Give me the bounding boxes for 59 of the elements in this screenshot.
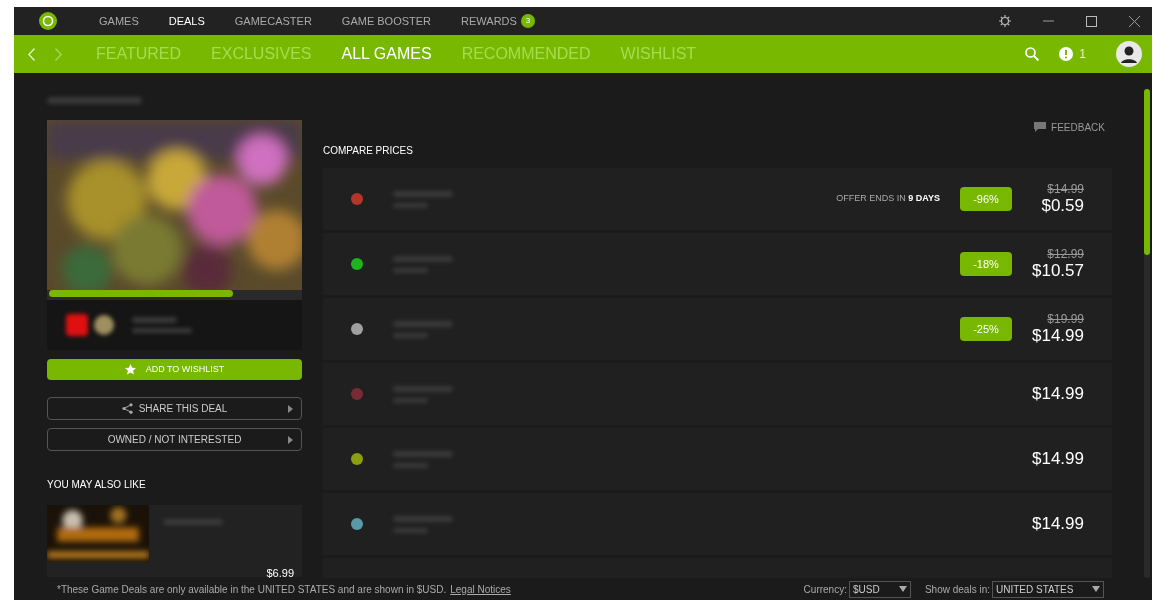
comment-icon[interactable] (1034, 122, 1047, 132)
nav-tab[interactable]: GAMES (99, 12, 139, 30)
currency-label: Currency: (803, 582, 847, 597)
avatar-icon[interactable] (1116, 41, 1142, 67)
caret-icon (288, 404, 293, 413)
back-icon[interactable] (28, 47, 35, 61)
count-badge: 3 (520, 14, 535, 28)
section-title: COMPARE PRICES (323, 144, 414, 158)
discount-badge: -18% (960, 252, 1012, 276)
original-price: $14.99 (1047, 182, 1084, 196)
original-price: $12.99 (1047, 247, 1084, 261)
offer-note: OFFER ENDS IN 9 DAYS (836, 192, 940, 206)
offer-row[interactable]: $14.99 (323, 493, 1112, 555)
price: $14.99 (1032, 514, 1084, 534)
redacted-text (132, 328, 192, 333)
nav-tab[interactable]: DEALS (168, 12, 205, 30)
price: $14.99 (1032, 325, 1084, 346)
star-icon (124, 364, 136, 375)
offer-row[interactable]: -25% $19.99 $14.99 (323, 298, 1112, 360)
share-button[interactable]: SHARE THIS DEAL (47, 397, 302, 420)
section-title: YOU MAY ALSO LIKE (47, 478, 147, 492)
disclaimer-text: *These Game Deals are only available in the UNITED STATES and are shown in $USD. (57, 582, 447, 597)
owned-button[interactable]: OWNED / NOT INTERESTED (47, 428, 302, 451)
offer-row[interactable]: -18% $12.99 $10.57 (323, 233, 1112, 295)
feedback-link[interactable]: FEEDBACK (1051, 119, 1105, 135)
offer-row[interactable]: $14.99 (323, 428, 1112, 490)
search-icon[interactable] (1025, 47, 1040, 61)
price: $10.57 (1032, 260, 1084, 281)
region-dropdown[interactable]: UNITED STATES (992, 580, 1104, 598)
original-price: $19.99 (1047, 312, 1084, 326)
offer-row[interactable]: OFFER ENDS IN 9 DAYS -96% $14.99 $0.59 (323, 168, 1112, 230)
currency-dropdown[interactable]: $USD (848, 580, 911, 598)
caret-icon (898, 586, 907, 592)
caret-icon (1092, 586, 1100, 592)
settings-icon[interactable] (999, 15, 1011, 27)
region-label: Show deals in: (924, 582, 990, 597)
alert-icon[interactable] (1059, 47, 1074, 61)
alert-count: 1 (1079, 46, 1086, 63)
price: $14.99 (1032, 384, 1084, 404)
maximize-icon[interactable] (1086, 15, 1097, 27)
nav-tab[interactable]: REWARDS 3 (461, 12, 535, 30)
price: $0.59 (1041, 195, 1084, 216)
legal-link[interactable]: Legal Notices (450, 581, 511, 597)
logo-icon[interactable] (39, 12, 57, 30)
redacted-text (132, 317, 177, 323)
share-icon (121, 403, 133, 414)
caret-icon (288, 435, 293, 444)
store-logo-icon (94, 315, 114, 335)
nav-tab[interactable]: GAME BOOSTER (341, 12, 432, 30)
game-card[interactable]: $6.99 (47, 505, 302, 577)
close-icon[interactable] (1129, 15, 1140, 27)
offer-row[interactable]: $14.99 (323, 363, 1112, 425)
discount-badge: -96% (960, 187, 1012, 211)
discount-badge: -25% (960, 317, 1012, 341)
price: $14.99 (1032, 449, 1084, 469)
nav-tab[interactable]: GAMECASTER (234, 12, 312, 30)
game-price: $6.99 (266, 565, 294, 578)
scrollbar-thumb[interactable] (1144, 89, 1150, 255)
store-logo-icon (66, 314, 88, 336)
